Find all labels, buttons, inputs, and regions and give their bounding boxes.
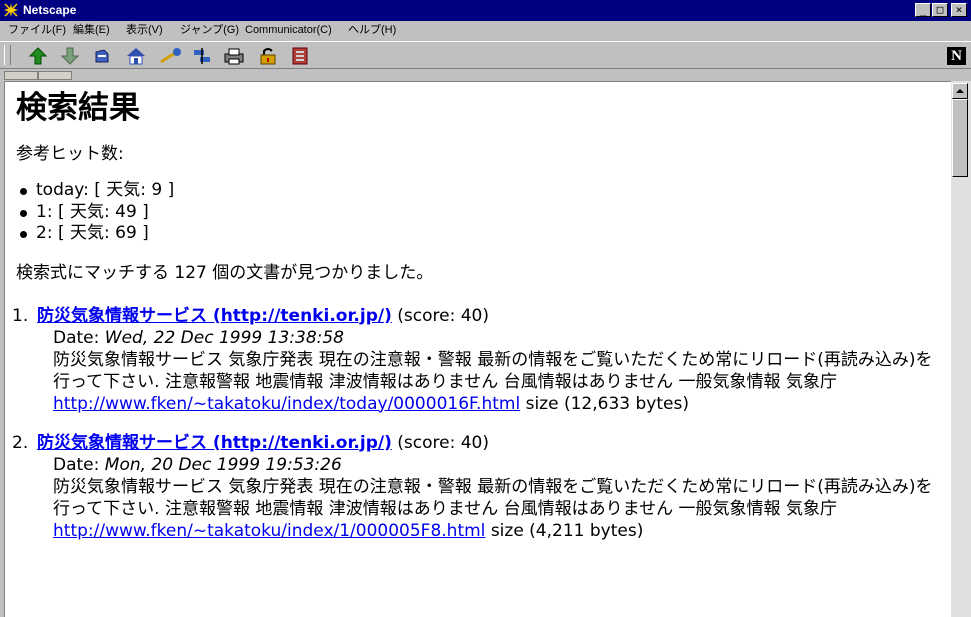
title-bar[interactable]: Netscape _ □ × <box>0 0 971 21</box>
minimize-button[interactable]: _ <box>915 3 931 17</box>
menu-communicator[interactable]: Communicator(C) <box>245 24 332 37</box>
triangle-up-icon <box>956 89 964 93</box>
result-date: Wed, 22 Dec 1999 13:38:58 <box>104 327 345 348</box>
page-heading: 検索結果 <box>16 90 140 126</box>
hit-detail: : [ 天気: 49 ] <box>46 201 149 222</box>
result-summary: 検索式にマッチする 127 個の文書が見つかりました。 <box>16 262 434 283</box>
result-item: 2. 防災気象情報サービス (http://tenki.or.jp/) (sco… <box>12 432 946 542</box>
home-icon[interactable] <box>124 46 148 66</box>
print-icon[interactable] <box>222 46 246 66</box>
hits-list: today: [ 天気: 9 ] 1: [ 天気: 49 ] 2: [ 天気: … <box>16 180 946 245</box>
stop-icon[interactable] <box>288 46 312 66</box>
scroll-up-button[interactable] <box>952 83 968 99</box>
menu-view[interactable]: 表示(V) <box>126 24 163 37</box>
forward-icon[interactable] <box>58 46 82 66</box>
menu-help[interactable]: ヘルプ(H) <box>348 24 396 37</box>
toolbar-tabs <box>0 70 971 80</box>
netscape-app-icon[interactable] <box>3 2 19 18</box>
navigation-toolbar: N <box>0 41 971 69</box>
close-button[interactable]: × <box>951 3 967 17</box>
hit-term: 2 <box>36 223 47 243</box>
hit-detail: : [ 天気: 9 ] <box>83 180 175 200</box>
window-title: Netscape <box>23 3 77 17</box>
search-results-page: 検索結果 参考ヒット数: today: [ 天気: 9 ] 1: [ 天気: 4… <box>12 88 946 559</box>
hit-term: 1 <box>36 201 47 222</box>
date-label: Date: <box>53 327 100 348</box>
hits-label: 参考ヒット数: <box>16 144 124 164</box>
toolbar-tab-location[interactable] <box>38 71 72 80</box>
reload-icon[interactable] <box>90 46 114 66</box>
result-number: 2. <box>12 432 29 453</box>
result-snippet: 防災気象情報サービス 気象庁発表 現在の注意報・警報 最新の情報をご覧いただくた… <box>53 349 933 392</box>
result-score: (score: 40) <box>397 305 489 326</box>
security-icon[interactable] <box>256 46 280 66</box>
hit-term: today <box>36 180 84 200</box>
list-item: today: [ 天気: 9 ] <box>20 180 946 202</box>
back-icon[interactable] <box>26 46 50 66</box>
search-icon[interactable] <box>158 46 182 66</box>
netscape-logo-icon[interactable]: N <box>947 47 966 65</box>
guide-icon[interactable] <box>190 46 214 66</box>
result-size: size (4,211 bytes) <box>490 520 644 541</box>
result-url-link[interactable]: http://www.fken/~takatoku/index/today/00… <box>53 394 520 414</box>
menu-bar: ファイル(F) 編集(E) 表示(V) ジャンプ(G) Communicator… <box>0 21 971 40</box>
hit-detail: : [ 天気: 69 ] <box>46 223 149 243</box>
menu-file[interactable]: ファイル(F) <box>8 24 66 37</box>
menu-edit[interactable]: 編集(E) <box>73 24 110 37</box>
result-size: size (12,633 bytes) <box>525 393 689 414</box>
result-item: 1. 防災気象情報サービス (http://tenki.or.jp/) (sco… <box>12 305 946 415</box>
date-label: Date: <box>53 454 100 475</box>
vertical-scrollbar[interactable] <box>951 81 971 617</box>
browser-window: Netscape _ □ × ファイル(F) 編集(E) 表示(V) ジャンプ(… <box>0 0 971 617</box>
list-item: 1: [ 天気: 49 ] <box>20 201 946 224</box>
scroll-thumb[interactable] <box>952 99 968 177</box>
result-number: 1. <box>12 305 29 326</box>
result-score: (score: 40) <box>397 432 489 453</box>
toolbar-tab-navigation[interactable] <box>4 71 38 80</box>
list-item: 2: [ 天気: 69 ] <box>20 223 946 245</box>
menu-go[interactable]: ジャンプ(G) <box>180 24 239 37</box>
result-date: Mon, 20 Dec 1999 19:53:26 <box>104 454 342 475</box>
result-title-link[interactable]: 防災気象情報サービス (http://tenki.or.jp/) <box>37 306 392 326</box>
result-title-link[interactable]: 防災気象情報サービス (http://tenki.or.jp/) <box>37 433 392 453</box>
result-snippet: 防災気象情報サービス 気象庁発表 現在の注意報・警報 最新の情報をご覧いただくた… <box>53 476 933 519</box>
maximize-button[interactable]: □ <box>932 3 948 17</box>
results-list: 1. 防災気象情報サービス (http://tenki.or.jp/) (sco… <box>12 305 946 542</box>
result-url-link[interactable]: http://www.fken/~takatoku/index/1/000005… <box>53 521 485 541</box>
toolbar-grip[interactable] <box>4 45 11 65</box>
page-content-area: 検索結果 参考ヒット数: today: [ 天気: 9 ] 1: [ 天気: 4… <box>4 81 951 617</box>
